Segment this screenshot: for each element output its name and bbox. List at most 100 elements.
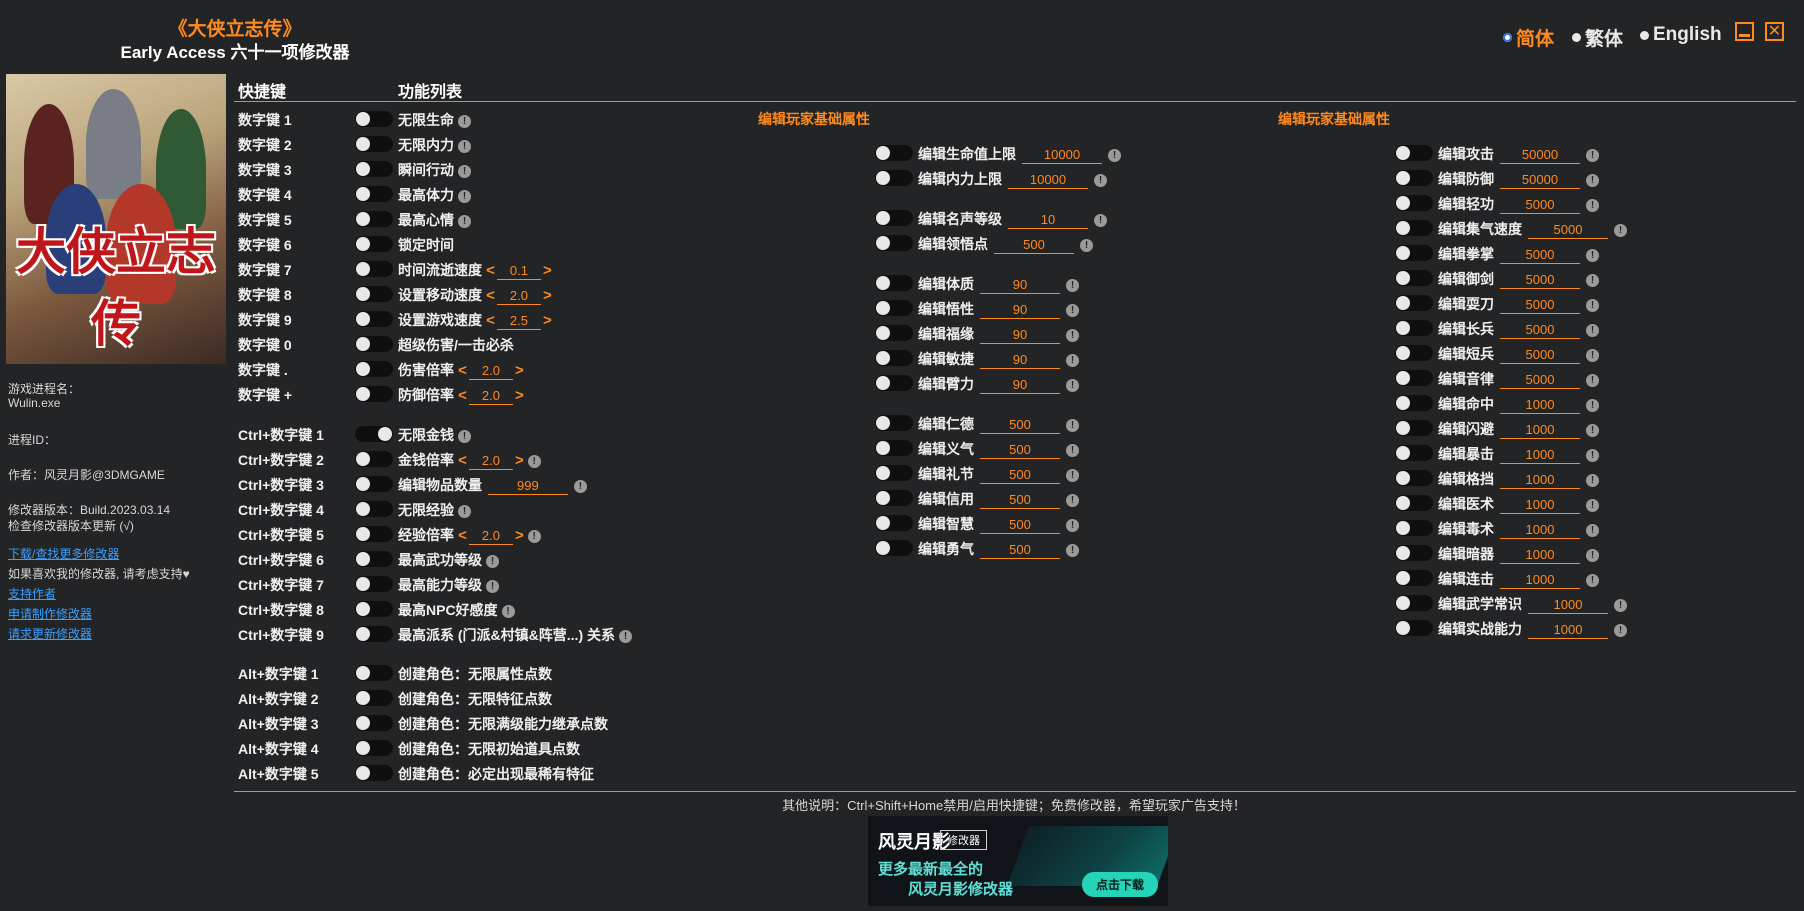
feature-toggle[interactable] — [355, 386, 393, 402]
value-field[interactable]: 5000 — [1500, 347, 1580, 364]
feature-toggle[interactable] — [875, 210, 913, 226]
info-icon[interactable]: ! — [458, 214, 471, 228]
value-field[interactable]: 1000 — [1500, 472, 1580, 489]
info-icon[interactable]: ! — [458, 189, 471, 203]
value-field[interactable]: 500 — [980, 517, 1060, 534]
value-field[interactable]: 1000 — [1528, 597, 1608, 614]
increase-arrow-icon[interactable]: > — [515, 362, 524, 379]
info-icon[interactable]: ! — [1586, 323, 1599, 337]
feature-toggle[interactable] — [355, 261, 393, 277]
feature-toggle[interactable] — [355, 161, 393, 177]
feature-toggle[interactable] — [355, 740, 393, 756]
feature-toggle[interactable] — [1395, 420, 1433, 436]
feature-toggle[interactable] — [355, 136, 393, 152]
decrease-arrow-icon[interactable]: < — [482, 287, 495, 304]
value-field[interactable]: 500 — [980, 542, 1060, 559]
increase-arrow-icon[interactable]: > — [515, 452, 524, 469]
value-field[interactable]: 90 — [980, 277, 1060, 294]
feature-toggle[interactable] — [875, 145, 913, 161]
info-icon[interactable]: ! — [1066, 303, 1079, 317]
ad-download-button[interactable]: 点击下载 — [1081, 872, 1158, 897]
info-icon[interactable]: ! — [619, 629, 632, 643]
feature-toggle[interactable] — [1395, 395, 1433, 411]
value-field[interactable]: 90 — [980, 352, 1060, 369]
info-icon[interactable]: ! — [458, 429, 471, 443]
value-field[interactable]: 50000 — [1500, 147, 1580, 164]
info-icon[interactable]: ! — [1586, 373, 1599, 387]
info-icon[interactable]: ! — [1586, 273, 1599, 287]
info-icon[interactable]: ! — [1614, 598, 1627, 612]
support-author-link[interactable]: 支持作者 — [8, 585, 56, 602]
feature-toggle[interactable] — [1395, 620, 1433, 636]
value-field[interactable]: 500 — [980, 417, 1060, 434]
info-icon[interactable]: ! — [1586, 348, 1599, 362]
decrease-arrow-icon[interactable]: < — [482, 262, 495, 279]
info-icon[interactable]: ! — [527, 454, 541, 468]
value-field[interactable]: 5000 — [1500, 372, 1580, 389]
feature-toggle[interactable] — [1395, 245, 1433, 261]
increase-arrow-icon[interactable]: > — [515, 527, 524, 544]
value-field[interactable]: 5000 — [1500, 247, 1580, 264]
info-icon[interactable]: ! — [1094, 213, 1107, 227]
feature-toggle[interactable] — [875, 540, 913, 556]
feature-toggle[interactable] — [355, 715, 393, 731]
info-icon[interactable]: ! — [1614, 623, 1627, 637]
feature-toggle[interactable] — [1395, 345, 1433, 361]
value-field[interactable]: 1000 — [1500, 572, 1580, 589]
value-field[interactable]: 90 — [980, 377, 1060, 394]
value-field[interactable]: 5000 — [1528, 222, 1608, 239]
feature-toggle[interactable] — [875, 375, 913, 391]
request-trainer-link[interactable]: 申请制作修改器 — [8, 605, 92, 622]
feature-toggle[interactable] — [355, 286, 393, 302]
feature-toggle[interactable] — [355, 526, 393, 542]
decrease-arrow-icon[interactable]: < — [454, 362, 467, 379]
decrease-arrow-icon[interactable]: < — [454, 527, 467, 544]
value-field[interactable]: 2.0 — [496, 288, 541, 305]
decrease-arrow-icon[interactable]: < — [482, 312, 495, 329]
feature-toggle[interactable] — [1395, 545, 1433, 561]
feature-toggle[interactable] — [875, 415, 913, 431]
download-more-link[interactable]: 下载/查找更多修改器 — [8, 545, 119, 562]
info-icon[interactable]: ! — [1066, 353, 1079, 367]
value-field[interactable]: 1000 — [1500, 547, 1580, 564]
feature-toggle[interactable] — [355, 626, 393, 642]
value-field[interactable]: 2.0 — [468, 528, 513, 545]
feature-toggle[interactable] — [1395, 445, 1433, 461]
feature-toggle[interactable] — [1395, 145, 1433, 161]
value-field[interactable]: 1000 — [1500, 497, 1580, 514]
info-icon[interactable]: ! — [486, 579, 499, 593]
feature-toggle[interactable] — [875, 170, 913, 186]
feature-toggle[interactable] — [355, 551, 393, 567]
info-icon[interactable]: ! — [1108, 148, 1121, 162]
info-icon[interactable]: ! — [458, 504, 471, 518]
info-icon[interactable]: ! — [1586, 523, 1599, 537]
feature-toggle[interactable] — [875, 275, 913, 291]
info-icon[interactable]: ! — [1080, 238, 1093, 252]
lang-simplified[interactable]: 简体 — [1503, 24, 1554, 51]
minimize-button[interactable] — [1735, 22, 1754, 41]
feature-toggle[interactable] — [875, 300, 913, 316]
info-icon[interactable]: ! — [458, 139, 471, 153]
feature-toggle[interactable] — [875, 490, 913, 506]
info-icon[interactable]: ! — [1586, 473, 1599, 487]
value-field[interactable]: 10000 — [1008, 172, 1088, 189]
value-field[interactable]: 2.5 — [496, 313, 541, 330]
info-icon[interactable]: ! — [1586, 573, 1599, 587]
decrease-arrow-icon[interactable]: < — [454, 452, 467, 469]
info-icon[interactable]: ! — [1614, 223, 1627, 237]
info-icon[interactable]: ! — [1066, 543, 1079, 557]
info-icon[interactable]: ! — [501, 604, 515, 618]
close-button[interactable]: ✕ — [1765, 22, 1784, 41]
feature-toggle[interactable] — [875, 325, 913, 341]
info-icon[interactable]: ! — [1586, 398, 1599, 412]
increase-arrow-icon[interactable]: > — [543, 262, 552, 279]
value-field[interactable]: 1000 — [1500, 397, 1580, 414]
info-icon[interactable]: ! — [458, 114, 471, 128]
value-field[interactable]: 1000 — [1500, 447, 1580, 464]
feature-toggle[interactable] — [875, 350, 913, 366]
value-field[interactable]: 1000 — [1500, 522, 1580, 539]
feature-toggle[interactable] — [355, 426, 393, 442]
value-field[interactable]: 500 — [980, 467, 1060, 484]
feature-toggle[interactable] — [1395, 470, 1433, 486]
info-icon[interactable]: ! — [1586, 448, 1599, 462]
